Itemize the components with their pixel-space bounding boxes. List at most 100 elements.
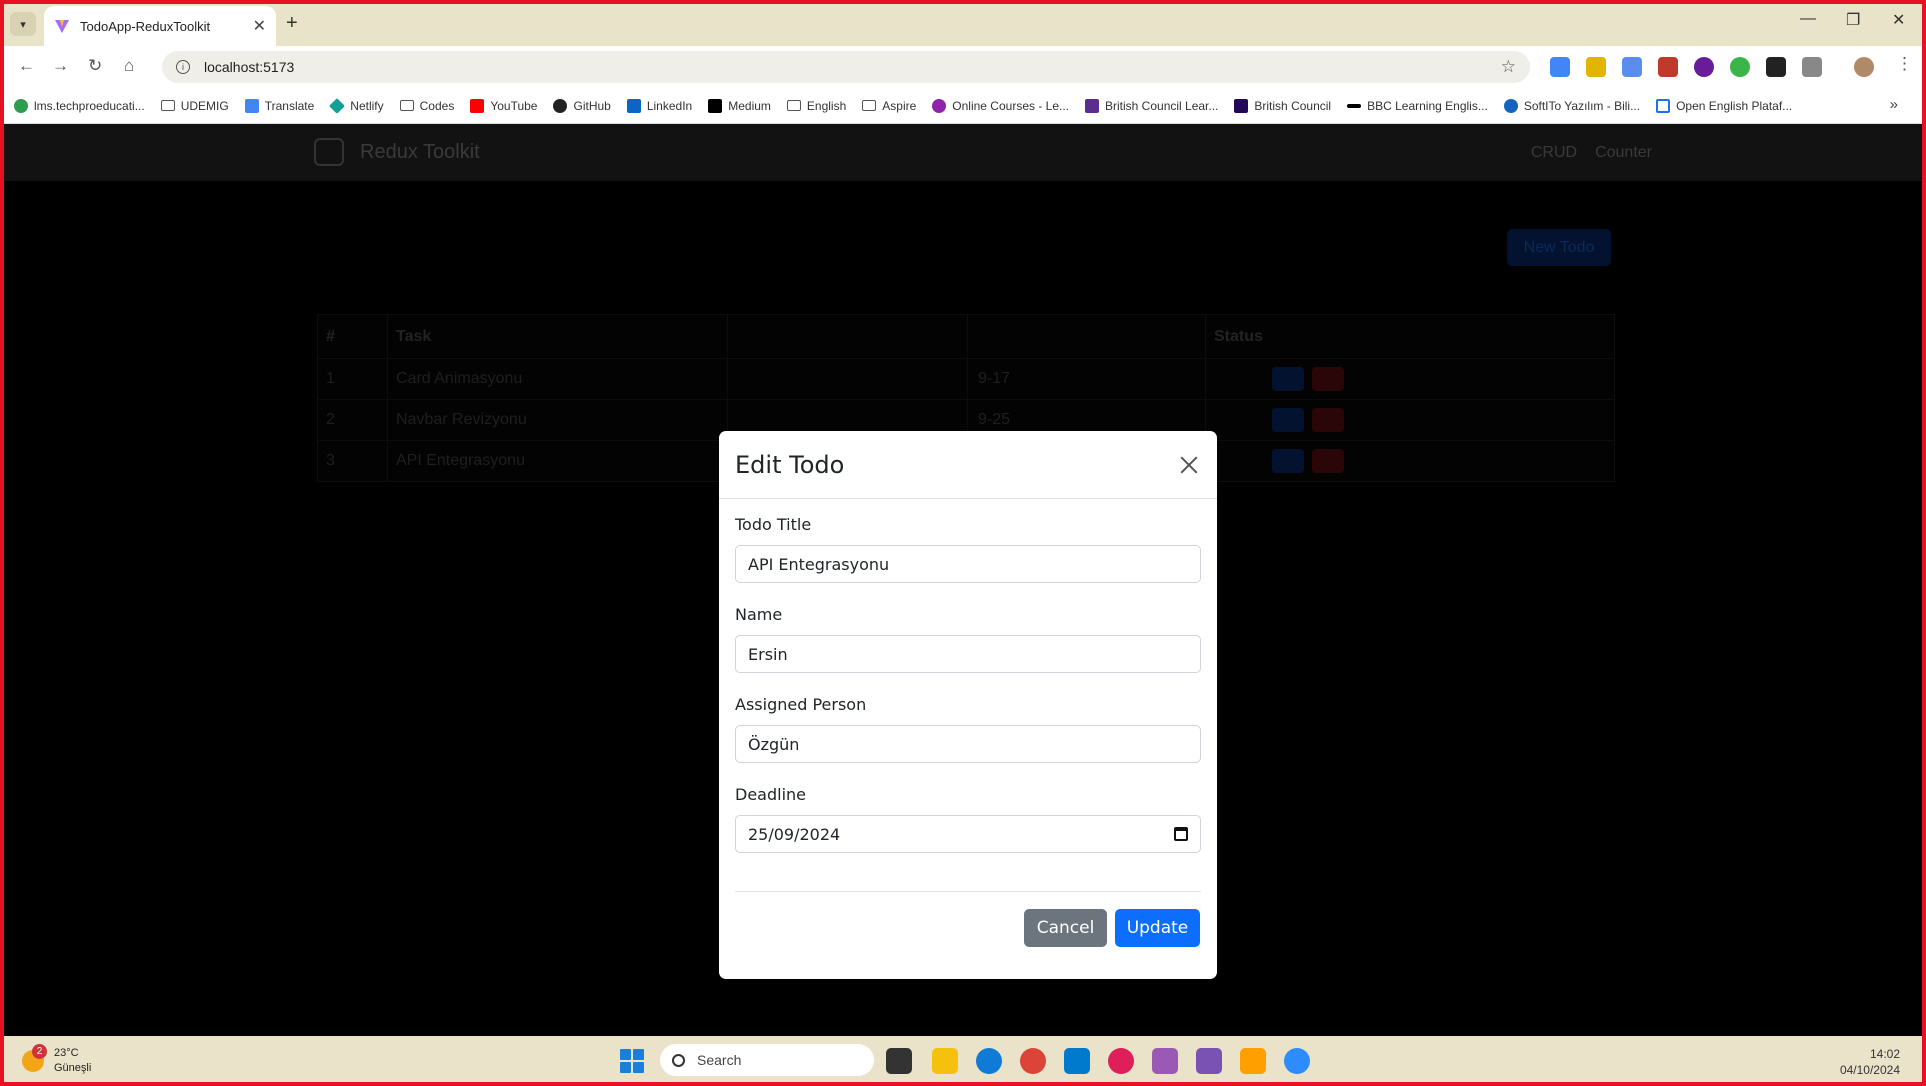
cancel-button[interactable]: Cancel	[1024, 909, 1107, 947]
extension-icon[interactable]	[1586, 57, 1606, 77]
todo-title-input[interactable]: API Entegrasyonu	[735, 545, 1201, 583]
modal-header: Edit Todo	[719, 431, 1217, 499]
search-placeholder: Search	[697, 1052, 742, 1068]
bookmark-item[interactable]: LinkedIn	[626, 98, 692, 113]
bookmark-item[interactable]: Open English Plataf...	[1656, 98, 1792, 113]
field-label: Todo Title	[735, 515, 812, 534]
bookmark-item[interactable]: British Council Lear...	[1085, 98, 1218, 113]
delete-button[interactable]	[1312, 367, 1344, 391]
row-number: 3	[317, 440, 388, 482]
browser-toolbar: ← → ↻ ⌂ i localhost:5173 ☆ ⋮	[0, 46, 1926, 88]
bookmark-item[interactable]: BBC Learning Englis...	[1347, 99, 1488, 113]
taskbar-search[interactable]: Search	[660, 1044, 874, 1076]
bookmark-item[interactable]: SoftITo Yazılım - Bili...	[1503, 98, 1640, 113]
bookmark-item[interactable]: Medium	[708, 98, 771, 113]
name-input[interactable]: Ersin	[735, 635, 1201, 673]
edit-button[interactable]	[1272, 449, 1304, 473]
brand[interactable]: Redux Toolkit	[314, 138, 480, 166]
windows-taskbar: 2 23°C Güneşli Search 14:02 04/10/2024	[0, 1036, 1926, 1086]
field-label: Deadline	[735, 785, 806, 804]
calendar-icon[interactable]	[1174, 827, 1188, 841]
close-window-button[interactable]: ✕	[1892, 10, 1905, 30]
assigned-person-input[interactable]: Özgün	[735, 725, 1201, 763]
modal-footer: Cancel Update	[735, 891, 1201, 979]
extension-icon[interactable]	[1730, 57, 1750, 77]
forward-button[interactable]: →	[52, 56, 69, 76]
edit-button[interactable]	[1272, 367, 1304, 391]
row-task: Card Animasyonu	[387, 358, 728, 400]
menu-kebab-icon[interactable]: ⋮	[1896, 54, 1913, 74]
bookmark-item[interactable]: GitHub	[553, 98, 611, 113]
bootstrap-icon[interactable]	[1196, 1048, 1222, 1074]
reload-button[interactable]: ↻	[88, 56, 102, 76]
close-icon[interactable]	[1177, 453, 1201, 477]
snipping-tool-icon[interactable]	[1152, 1048, 1178, 1074]
system-clock[interactable]: 14:02 04/10/2024	[1840, 1046, 1900, 1078]
bookmark-item[interactable]: Online Courses - Le...	[932, 98, 1069, 113]
delete-button[interactable]	[1312, 408, 1344, 432]
page-content: Redux Toolkit CRUD Counter New Todo # Ta…	[4, 124, 1922, 1036]
eyedropper-ext-icon[interactable]	[1766, 57, 1786, 77]
row-number: 2	[317, 399, 388, 441]
nav-link-crud[interactable]: CRUD	[1531, 144, 1577, 162]
row-task: Navbar Revizyonu	[387, 399, 728, 441]
chrome-icon[interactable]	[1020, 1048, 1046, 1074]
clock-date: 04/10/2024	[1839, 1063, 1900, 1077]
name-field: Name Ersin	[735, 605, 1201, 673]
deadline-date-input[interactable]: 25/09/2024	[735, 815, 1201, 853]
browser-tab[interactable]: TodoApp-ReduxToolkit ✕	[44, 6, 276, 46]
brand-text: Redux Toolkit	[360, 140, 480, 163]
minimize-button[interactable]: —	[1800, 10, 1816, 28]
new-tab-button[interactable]: +	[286, 12, 298, 35]
new-todo-button[interactable]: New Todo	[1507, 229, 1611, 266]
firebase-icon[interactable]	[1240, 1048, 1266, 1074]
table-header: #	[317, 314, 388, 359]
tab-close-icon[interactable]: ✕	[253, 16, 266, 36]
edit-button[interactable]	[1272, 408, 1304, 432]
bookmark-folder[interactable]: Codes	[399, 99, 454, 113]
back-button[interactable]: ←	[18, 56, 35, 76]
delete-button[interactable]	[1312, 449, 1344, 473]
table-header	[727, 314, 968, 359]
bookmark-folder[interactable]: English	[786, 99, 846, 113]
extensions-puzzle-icon[interactable]	[1802, 57, 1822, 77]
nav-link-counter[interactable]: Counter	[1595, 144, 1652, 162]
extension-icon[interactable]	[1622, 57, 1642, 77]
home-button[interactable]: ⌂	[124, 56, 134, 76]
sun-icon: 2	[22, 1044, 47, 1072]
todo-title-field: Todo Title API Entegrasyonu	[735, 515, 1201, 583]
extension-icon[interactable]	[1658, 57, 1678, 77]
bookmark-item[interactable]: Translate	[244, 98, 314, 113]
site-info-icon[interactable]: i	[176, 60, 190, 74]
update-button[interactable]: Update	[1115, 909, 1200, 947]
bookmark-star-icon[interactable]: ☆	[1501, 57, 1516, 77]
bookmark-folder[interactable]: Aspire	[862, 99, 916, 113]
edge-icon[interactable]	[976, 1048, 1002, 1074]
browser-tabstrip: ▾ TodoApp-ReduxToolkit ✕ + — ❐ ✕	[0, 0, 1926, 46]
task-view-icon[interactable]	[886, 1048, 912, 1074]
slack-icon[interactable]	[1108, 1048, 1134, 1074]
bookmark-item[interactable]: British Council	[1234, 98, 1331, 113]
restore-button[interactable]: ❐	[1846, 10, 1860, 30]
bookmark-folder[interactable]: UDEMIG	[160, 99, 229, 113]
extension-icon[interactable]	[1694, 57, 1714, 77]
windows-start-icon[interactable]	[620, 1049, 644, 1073]
edit-todo-modal: Edit Todo Todo Title API Entegrasyonu Na…	[719, 431, 1217, 979]
zoom-icon[interactable]	[1284, 1048, 1310, 1074]
tab-search-button[interactable]: ▾	[10, 12, 36, 36]
table-header: Task	[387, 314, 728, 359]
weather-widget[interactable]: 2 23°C Güneşli	[22, 1044, 91, 1076]
vite-favicon-icon	[55, 20, 69, 33]
deadline-field: Deadline 25/09/2024	[735, 785, 1201, 853]
address-url: localhost:5173	[204, 59, 295, 75]
address-bar[interactable]: i localhost:5173 ☆	[162, 51, 1530, 83]
bookmark-item[interactable]: YouTube	[470, 98, 537, 113]
file-explorer-icon[interactable]	[932, 1048, 958, 1074]
vscode-icon[interactable]	[1064, 1048, 1090, 1074]
profile-avatar[interactable]	[1854, 57, 1874, 77]
bookmark-item[interactable]: Netlify	[329, 97, 384, 114]
modal-body: Todo Title API Entegrasyonu Name Ersin A…	[719, 499, 1217, 853]
bookmark-item[interactable]: lms.techproeducati...	[14, 98, 145, 113]
translate-ext-icon[interactable]	[1550, 57, 1570, 77]
more-bookmarks-icon[interactable]: »	[1890, 96, 1898, 113]
